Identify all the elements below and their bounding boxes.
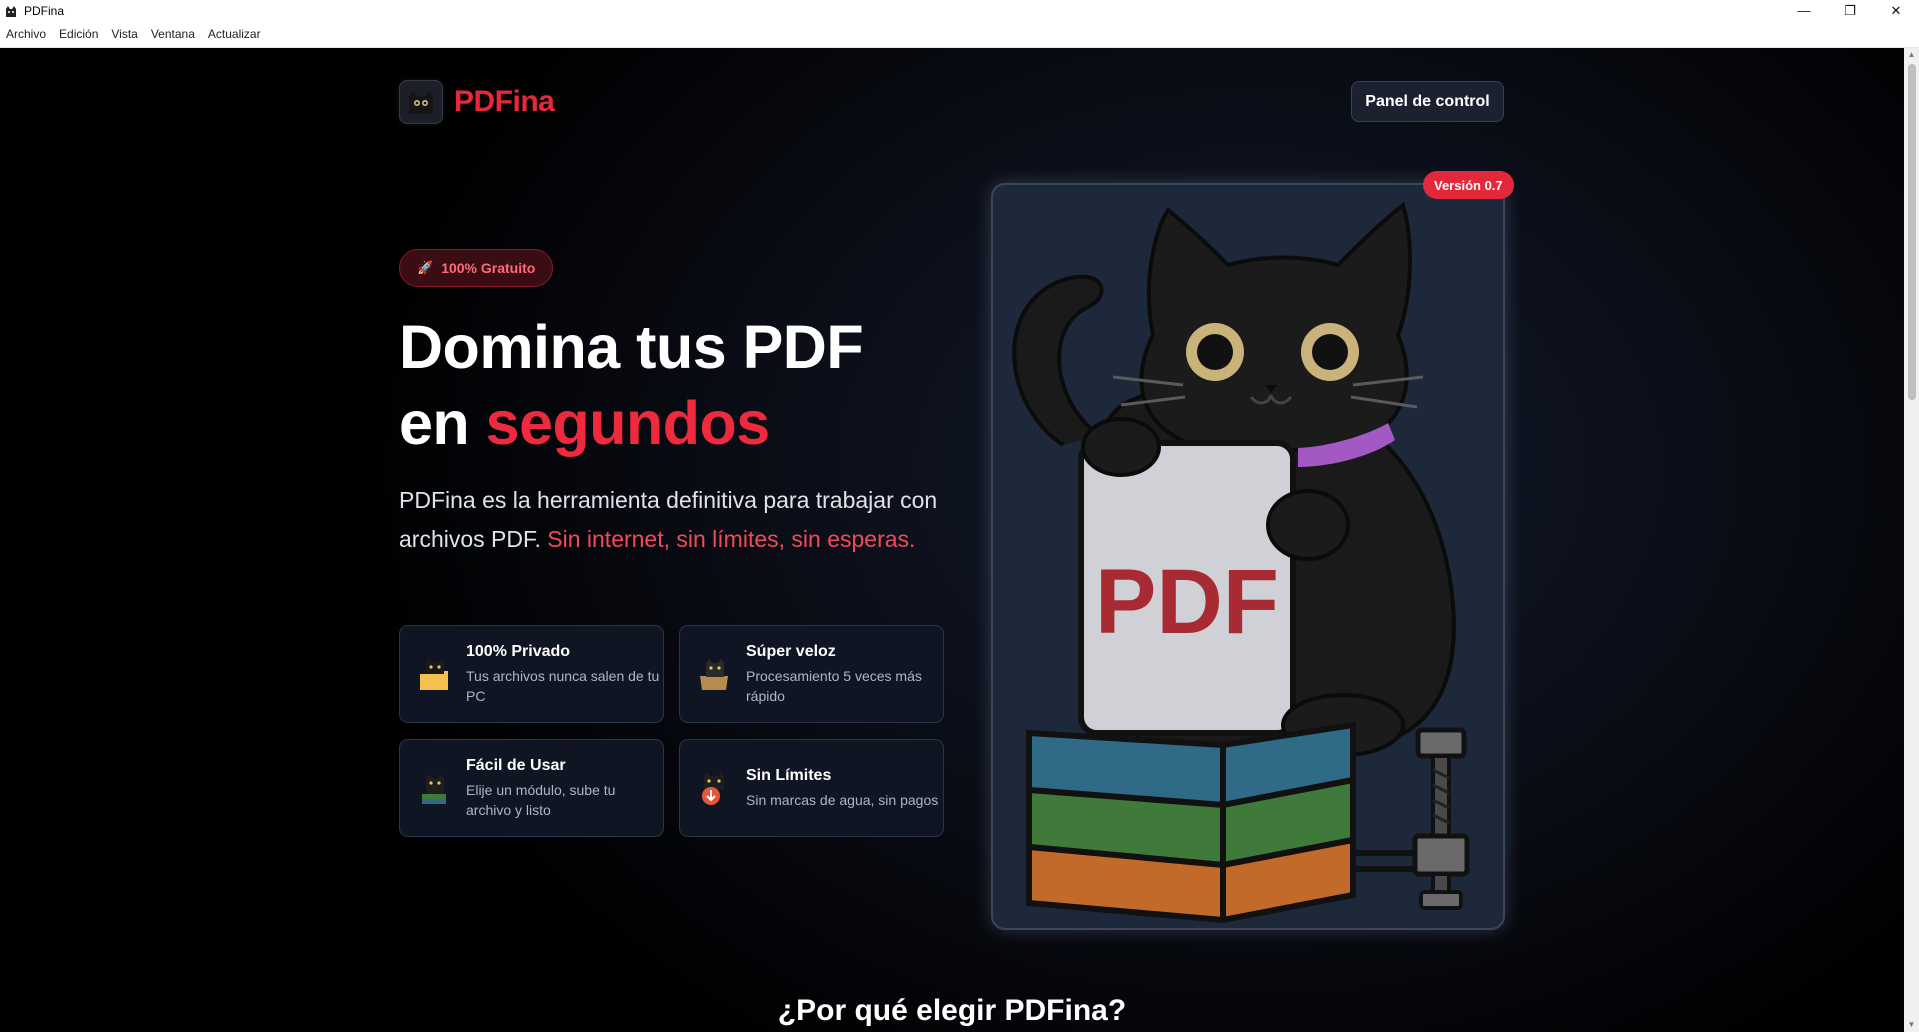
menu-vista[interactable]: Vista [111,27,137,41]
hero-illustration: PDF [991,183,1505,930]
feature-text: Tus archivos nunca salen de tu PC [466,667,660,704]
menu-actualizar[interactable]: Actualizar [208,27,261,41]
hero-desc-accent: Sin internet, sin límites, sin esperas. [547,526,916,552]
hero-description: PDFina es la herramienta definitiva para… [399,481,959,559]
menu-edicion[interactable]: Edición [59,27,98,41]
logo-cat-icon [399,80,443,124]
hero-title-accent: segundos [485,389,771,457]
scroll-up-icon[interactable]: ▲ [1904,48,1919,62]
free-badge: 🚀 100% Gratuito [399,249,554,287]
feature-title: Sin Límites [746,766,832,784]
hero-title-line2: en [399,389,486,457]
feature-card-sin-limites[interactable]: Sin Límites Sin marcas de agua, sin pago… [679,739,944,837]
cat-folder-icon [420,658,448,690]
feature-card-veloz[interactable]: Súper veloz Procesamiento 5 veces más rá… [679,625,944,723]
cat-holding-pdf-illustration: PDF [1012,201,1470,924]
free-badge-label: 100% Gratuito [441,260,536,276]
cat-download-icon [702,772,724,805]
feature-text: Sin marcas de agua, sin pagos [746,791,939,808]
panel-de-control-button[interactable]: Panel de control [1351,81,1504,122]
window-title: PDFina [24,3,65,18]
logo-text: PDFina [454,85,555,118]
window-controls: — ❐ ✕ [1781,0,1919,21]
cat-books-icon [422,774,446,804]
scrollbar-thumb[interactable] [1908,64,1916,400]
menu-archivo[interactable]: Archivo [6,27,46,41]
feature-text: Elije un módulo, sube tu archivo y listo [466,781,616,818]
close-button[interactable]: ✕ [1873,0,1919,21]
page-viewport: PDFina Panel de control 🚀 100% Gratuito … [0,48,1904,1032]
feature-title: Fácil de Usar [466,756,566,774]
minimize-button[interactable]: — [1781,0,1827,21]
cat-box-icon [700,659,728,690]
menu-ventana[interactable]: Ventana [151,27,195,41]
menu-bar: Archivo Edición Vista Ventana Actualizar [0,21,1919,48]
feature-title: Súper veloz [746,642,836,660]
page-scrollbar[interactable]: ▲ ▼ [1904,48,1919,1032]
window-titlebar: PDFina — ❐ ✕ [0,0,1919,21]
feature-card-facil[interactable]: Fácil de Usar Elije un módulo, sube tu a… [399,739,664,837]
rocket-icon: 🚀 [417,260,434,275]
pdf-document-label: PDF [1095,551,1279,653]
app-cat-icon [6,5,16,17]
version-badge: Versión 0.7 [1423,171,1514,199]
hero-title: Domina tus PDF en segundos [399,309,864,461]
maximize-button[interactable]: ❐ [1827,0,1873,21]
feature-text: Procesamiento 5 veces más rápido [746,667,922,704]
logo[interactable]: PDFina [399,80,555,124]
feature-card-privado[interactable]: 100% Privado Tus archivos nunca salen de… [399,625,664,723]
scroll-down-icon[interactable]: ▼ [1904,1018,1919,1032]
why-section-heading: ¿Por qué elegir PDFina? [777,994,1127,1027]
hero-title-line1: Domina tus PDF [399,313,864,381]
feature-title: 100% Privado [466,642,571,660]
